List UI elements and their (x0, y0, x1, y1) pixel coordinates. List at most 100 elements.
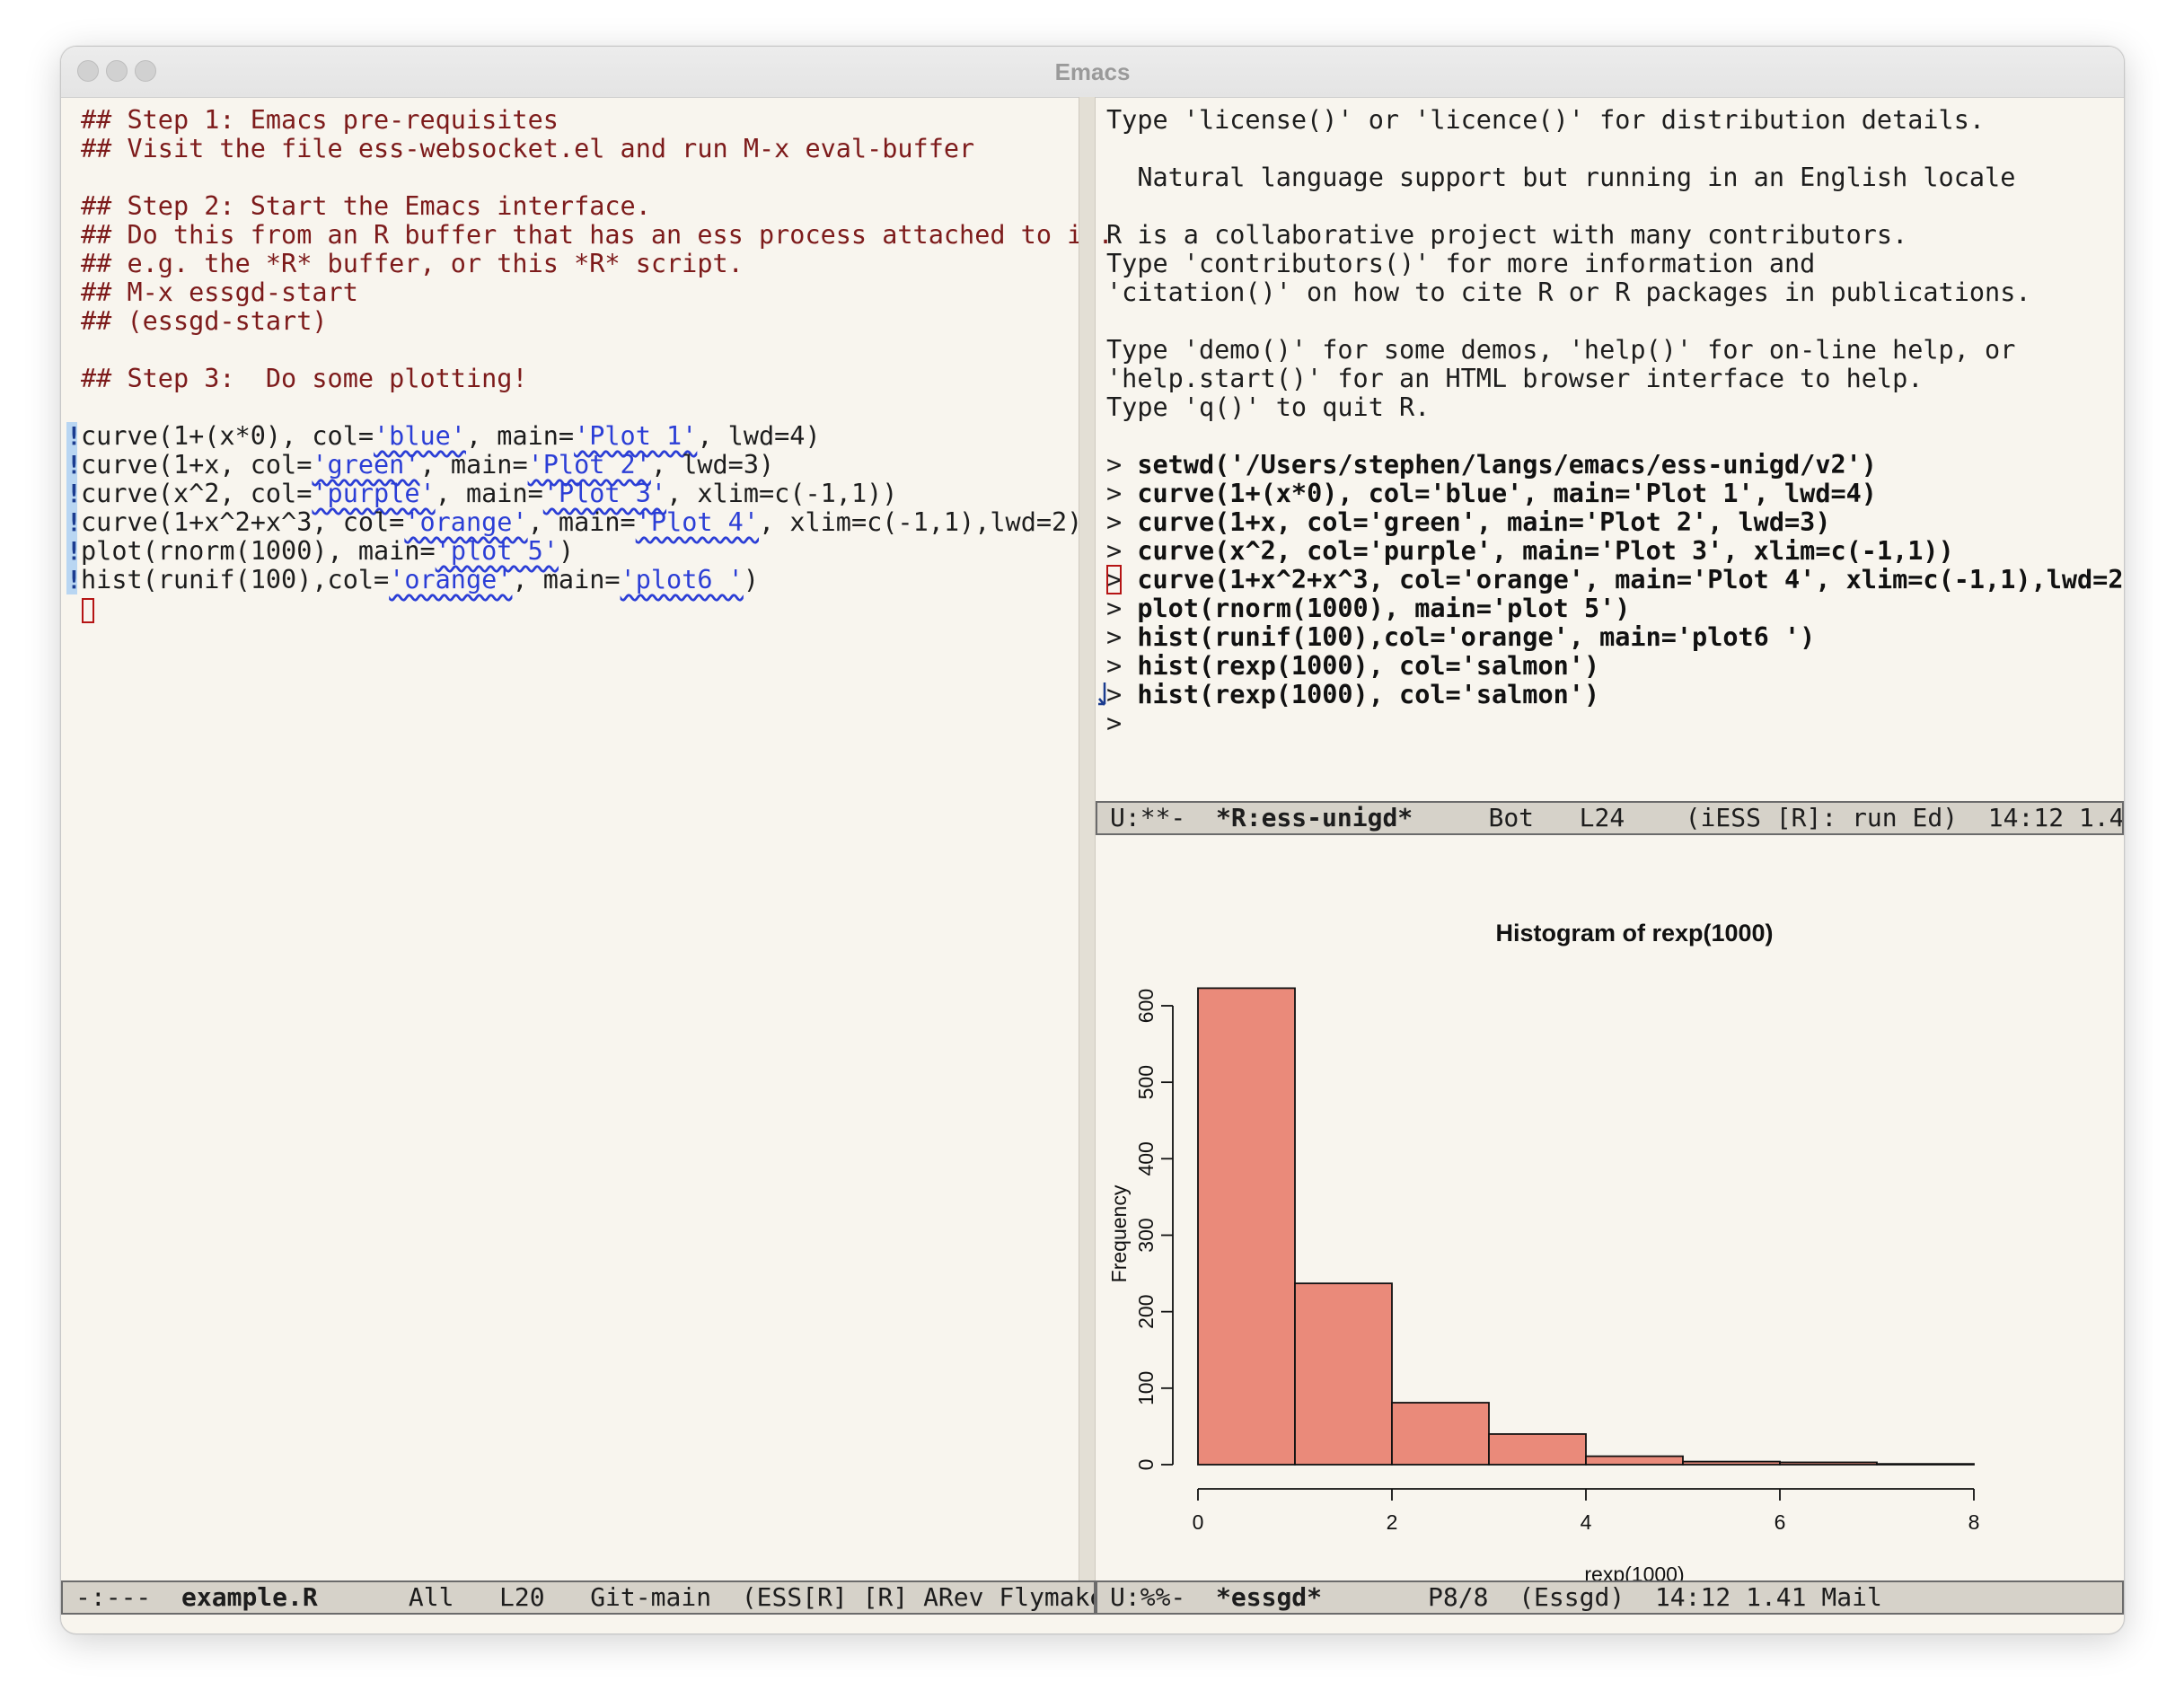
window-divider[interactable] (1079, 97, 1096, 1615)
histogram-bar (1682, 1460, 1781, 1466)
string-literal: 'orange' (389, 565, 513, 594)
modeline-buffer-name[interactable]: *R:ess-unigd* (1216, 803, 1413, 832)
prompt: > (1106, 651, 1123, 681)
command-text: hist(rexp(1000), col='salmon') (1137, 651, 1600, 681)
string-literal: 'Plot 4' (635, 507, 759, 537)
code-part: curve(1+x^2+x^3, col= (81, 507, 405, 537)
window-title: Emacs (1054, 58, 1131, 85)
y-tick-label: 200 (1134, 1294, 1158, 1328)
x-tick-label: 4 (1581, 1510, 1592, 1534)
code-part: ) (743, 565, 760, 594)
console-output-line: Natural language support but running in … (1106, 163, 2016, 192)
command-text: hist(rexp(1000), col='salmon') (1137, 680, 1600, 709)
comment-line: ## Visit the file ess-websocket.el and r… (81, 134, 975, 163)
modeline-vc-branch[interactable]: Git-main (590, 1582, 711, 1612)
plot-modeline[interactable]: U:%%- *essgd* P8/8 (Essgd) 14:12 1.41 Ma… (1096, 1580, 2124, 1615)
console-command-line: > plot(rnorm(1000), main='plot 5') (1106, 594, 1630, 623)
modeline-buffer-name[interactable]: *essgd* (1216, 1582, 1322, 1612)
comment-line: ## (essgd-start) (81, 306, 328, 336)
console-output-line: 'citation()' on how to cite R or R packa… (1106, 277, 2031, 307)
code-part: , main= (512, 565, 621, 594)
prompt: > (1106, 507, 1123, 537)
console-output-line: Type 'q()' to quit R. (1106, 392, 1431, 422)
modeline-state: -:--- (75, 1582, 152, 1612)
prompt: > (1106, 709, 1123, 738)
comment-line: ## Step 2: Start the Emacs interface. (81, 191, 651, 221)
string-literal: 'plot6 ' (620, 565, 744, 594)
code-line[interactable]: ! curve(x^2, col='purple', main='Plot 3'… (61, 480, 1076, 508)
histogram-bar (1391, 1402, 1490, 1466)
histogram-bar (1779, 1461, 1878, 1466)
code-part: ) (558, 536, 575, 566)
histogram-bar (1488, 1433, 1587, 1466)
emacs-window: Emacs ## Step 1: Emacs pre-requisites ##… (60, 46, 2125, 1634)
modeline-position: All (408, 1582, 454, 1612)
console-command-line: > curve(x^2, col='purple', main='Plot 3'… (1106, 537, 1954, 566)
y-tick-label: 0 (1134, 1459, 1158, 1471)
prompt: > (1106, 622, 1123, 652)
command-text: setwd('/Users/stephen/langs/emacs/ess-un… (1137, 450, 1877, 480)
prompt: > (1106, 536, 1123, 566)
code-line[interactable]: ! plot(rnorm(1000), main='plot 5') (61, 537, 1076, 566)
code-part: hist(runif(100),col= (81, 565, 390, 594)
command-text: hist(runif(100),col='orange', main='plot… (1137, 622, 1816, 652)
histogram-bar (1197, 987, 1296, 1466)
modeline-modes[interactable]: (Essgd) (1519, 1582, 1625, 1612)
console-command-line: > setwd('/Users/stephen/langs/emacs/ess-… (1106, 451, 1877, 480)
fringe-mark: ! (66, 421, 82, 451)
prompt: > (1106, 450, 1123, 480)
editor-modeline[interactable]: -:--- example.R All L20 Git-main (ESS[R]… (61, 1580, 1096, 1615)
code-text: curve(1+x^2+x^3, col='orange', main='Plo… (81, 508, 1082, 537)
modeline-position: Bot (1488, 803, 1535, 832)
string-literal: 'Plot 3' (542, 479, 667, 508)
fringe-mark: ! (66, 565, 82, 594)
modeline-state: U:%%- (1110, 1582, 1186, 1612)
console-command-line: > hist(rexp(1000), col='salmon') (1106, 652, 1599, 681)
x-tick-label: 8 (1968, 1510, 1980, 1534)
chart-title: Histogram of rexp(1000) (1495, 920, 1773, 946)
string-literal: 'Plot 1' (574, 421, 698, 451)
modeline-time: 14:12 1.41 Mail (1654, 1582, 1882, 1612)
histogram-bar (1294, 1282, 1393, 1466)
editor-pane[interactable]: ## Step 1: Emacs pre-requisites ## Visit… (61, 97, 1114, 1615)
code-line[interactable]: ! curve(1+x^2+x^3, col='orange', main='P… (61, 507, 1082, 537)
text-cursor (82, 598, 94, 623)
code-part: curve(1+(x*0), col= (81, 421, 374, 451)
fringe-mark: ! (66, 507, 82, 537)
code-line[interactable]: ! hist(runif(100),col='orange', main='pl… (61, 566, 1076, 594)
code-text: plot(rnorm(1000), main='plot 5') (81, 537, 574, 566)
y-axis-label: Frequency (1107, 1184, 1131, 1282)
console-input-line[interactable]: > (1106, 709, 1122, 738)
console-modeline[interactable]: U:**- *R:ess-unigd* Bot L24 (iESS [R]: r… (1096, 801, 2124, 835)
string-literal: 'blue' (374, 421, 466, 451)
modeline-modes[interactable]: (ESS[R] [R] ARev Flymake[ (742, 1582, 1094, 1612)
title-bar: Emacs (61, 47, 2124, 98)
code-part: , main= (435, 479, 543, 508)
x-tick-label: 6 (1774, 1510, 1786, 1534)
modeline-line: L20 (499, 1582, 545, 1612)
comment-line: ## e.g. the *R* buffer, or this *R* scri… (81, 249, 744, 278)
code-part: plot(rnorm(1000), main= (81, 536, 436, 566)
command-text: curve(1+x^2+x^3, col='orange', main='Plo… (1137, 565, 2125, 594)
code-text: curve(x^2, col='purple', main='Plot 3', … (81, 480, 897, 508)
prompt: > (1106, 565, 1123, 594)
string-literal: 'green' (312, 450, 420, 480)
code-part: , lwd=4) (697, 421, 821, 451)
code-text: hist(runif(100),col='orange', main='plot… (81, 566, 759, 594)
prompt: > (1106, 680, 1123, 709)
r-console-pane[interactable]: Type 'license()' or 'licence()' for dist… (1096, 97, 2124, 851)
comment-line: ## M-x essgd-start (81, 277, 358, 307)
y-tick-label: 300 (1134, 1218, 1158, 1252)
code-line[interactable]: ! curve(1+x, col='green', main='Plot 2',… (61, 451, 1076, 480)
modeline-buffer-name[interactable]: example.R (181, 1582, 318, 1612)
essgd-plot-pane: Histogram of rexp(1000) rexp(1000) Frequ… (1096, 885, 2124, 1615)
code-part: , main= (465, 421, 575, 451)
code-line[interactable]: ! curve(1+(x*0), col='blue', main='Plot … (61, 422, 1076, 451)
x-tick-label: 0 (1193, 1510, 1204, 1534)
modeline-line: L24 (1579, 803, 1625, 832)
modeline-state: U:**- (1110, 803, 1186, 832)
prompt: > (1106, 594, 1123, 623)
fringe-mark: ! (66, 450, 82, 480)
modeline-modes[interactable]: (iESS [R]: run Ed) (1686, 803, 1958, 832)
comment-line: ## Step 3: Do some plotting! (81, 364, 528, 393)
